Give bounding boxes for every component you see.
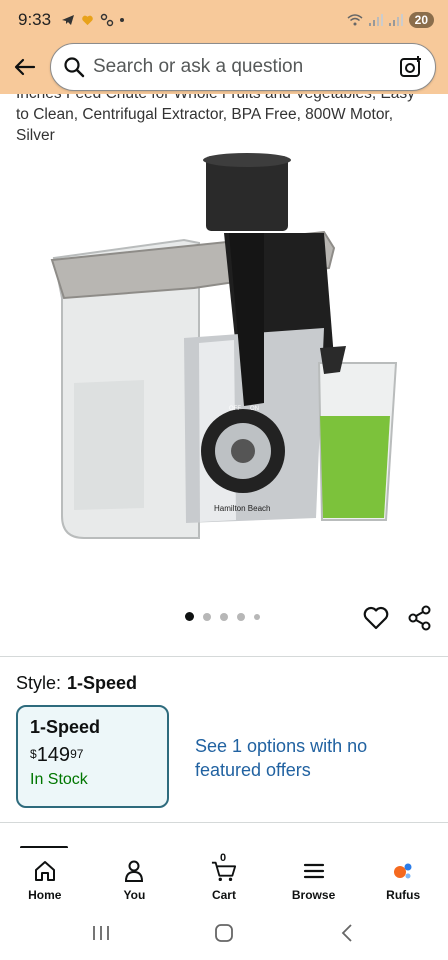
camera-search-button[interactable] bbox=[397, 53, 425, 81]
nav-rufus[interactable]: Rufus bbox=[358, 848, 448, 906]
signal-icon-2 bbox=[388, 14, 403, 26]
share-icon bbox=[408, 605, 431, 631]
back-arrow-icon bbox=[14, 58, 36, 76]
recent-apps-icon bbox=[93, 926, 110, 940]
chevron-left-icon bbox=[341, 924, 352, 942]
product-title-line-3: Silver bbox=[16, 127, 55, 144]
nav-label: Home bbox=[28, 888, 62, 902]
recent-apps-button[interactable] bbox=[81, 918, 121, 948]
dial-off-label: OFF bbox=[229, 406, 241, 412]
heart-badge-icon bbox=[82, 15, 93, 25]
carousel-dots bbox=[185, 612, 260, 621]
camera-plus-icon bbox=[400, 56, 421, 77]
style-value: 1-Speed bbox=[67, 673, 138, 693]
carousel-dot-active[interactable] bbox=[185, 612, 194, 621]
search-header: Search or ask a question bbox=[0, 40, 448, 94]
search-placeholder: Search or ask a question bbox=[93, 56, 304, 77]
nav-label: Cart bbox=[211, 888, 236, 902]
stock-status: In Stock bbox=[30, 771, 88, 788]
battery-indicator: 20 bbox=[408, 12, 434, 28]
share-button[interactable] bbox=[406, 604, 434, 632]
dial-on-label: ON bbox=[250, 406, 259, 412]
carousel-dot[interactable] bbox=[203, 612, 211, 621]
back-button[interactable] bbox=[12, 54, 38, 80]
product-title-line-2: to Clean, Centrifugal Extractor, BPA Fre… bbox=[16, 106, 394, 123]
wifi-icon bbox=[347, 14, 363, 26]
style-label: Style: bbox=[16, 673, 62, 693]
heart-icon bbox=[363, 606, 389, 630]
nav-cart[interactable]: 0 Cart bbox=[179, 848, 269, 906]
product-title-cut-line: Inches Feed Chute for Whole Fruits and V… bbox=[16, 94, 432, 104]
status-right-icons: 20 bbox=[347, 12, 434, 28]
see-options-link[interactable]: See 1 options with no featured offers bbox=[195, 734, 415, 782]
search-input[interactable]: Search or ask a question bbox=[50, 43, 436, 91]
nav-label: Browse bbox=[291, 888, 336, 902]
carousel-dot[interactable] bbox=[237, 612, 245, 621]
home-system-button[interactable] bbox=[204, 918, 244, 948]
nav-browse[interactable]: Browse bbox=[269, 848, 359, 906]
product-image[interactable]: OFF ON Hamilton Beach bbox=[24, 148, 424, 578]
status-time: 9:33 bbox=[18, 10, 52, 29]
status-notification-icons bbox=[61, 13, 125, 27]
rufus-icon bbox=[394, 863, 412, 879]
variant-name: 1-Speed bbox=[30, 717, 101, 737]
status-bar: 9:33 20 bbox=[0, 0, 448, 40]
wishlist-button[interactable] bbox=[362, 604, 390, 632]
price-fraction: 97 bbox=[70, 747, 84, 761]
price-symbol: $ bbox=[30, 747, 37, 761]
nav-label: Rufus bbox=[386, 888, 421, 902]
carousel-dot[interactable] bbox=[220, 612, 228, 621]
nav-label: You bbox=[123, 888, 146, 902]
section-divider bbox=[0, 822, 448, 823]
telegram-icon bbox=[62, 15, 75, 25]
home-icon bbox=[34, 861, 55, 881]
menu-icon bbox=[303, 863, 324, 879]
section-divider bbox=[0, 656, 448, 657]
cart-count-badge: 0 bbox=[219, 852, 227, 864]
system-back-button[interactable] bbox=[327, 918, 367, 948]
carousel-dot[interactable] bbox=[254, 613, 260, 620]
brand-label: Hamilton Beach bbox=[214, 504, 270, 513]
style-selector-label: Style: 1-Speed bbox=[16, 673, 137, 694]
system-nav-bar bbox=[0, 906, 448, 960]
more-notifications-dot bbox=[120, 18, 125, 22]
signal-icon bbox=[368, 14, 383, 26]
search-icon bbox=[64, 57, 85, 78]
app-notification-icon bbox=[100, 13, 114, 27]
nav-home[interactable]: Home bbox=[0, 848, 90, 906]
person-icon bbox=[125, 860, 144, 882]
price-whole: 149 bbox=[36, 744, 71, 766]
variant-card-1-speed[interactable]: 1-Speed $ 149 97 In Stock bbox=[16, 705, 169, 808]
product-title: Inches Feed Chute for Whole Fruits and V… bbox=[16, 94, 432, 150]
home-system-icon bbox=[215, 924, 233, 942]
nav-you[interactable]: You bbox=[90, 848, 180, 906]
bottom-nav: Home You 0 Cart Browse Rufus bbox=[0, 848, 448, 906]
variant-price: $ 149 97 bbox=[30, 744, 155, 767]
